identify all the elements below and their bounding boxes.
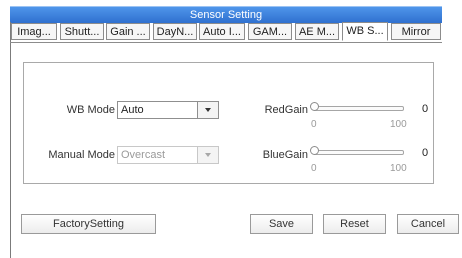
- wb-mode-value: Auto: [121, 104, 144, 116]
- red-gain-min: 0: [311, 119, 317, 130]
- window-title: Sensor Setting: [189, 9, 263, 21]
- wb-mode-label: WB Mode: [66, 104, 115, 116]
- cancel-button[interactable]: Cancel: [397, 214, 459, 234]
- tab-panel-border: [10, 42, 442, 43]
- blue-gain-max: 100: [390, 163, 407, 174]
- chevron-down-icon: [205, 153, 211, 157]
- tab-image[interactable]: Imag...: [11, 23, 57, 40]
- blue-gain-track: [314, 150, 404, 155]
- red-gain-max: 100: [390, 119, 407, 130]
- blue-gain-handle[interactable]: [310, 146, 319, 155]
- tab-wb-setting[interactable]: WB S...: [342, 22, 388, 41]
- wb-settings-group: [23, 62, 434, 184]
- tab-daynight[interactable]: DayN...: [153, 23, 197, 40]
- tab-mirror[interactable]: Mirror: [391, 23, 441, 40]
- reset-button[interactable]: Reset: [323, 214, 386, 234]
- tab-ae-mode[interactable]: AE M...: [295, 23, 339, 40]
- red-gain-value: 0: [422, 103, 429, 115]
- tab-auto-iris[interactable]: Auto I...: [199, 23, 245, 40]
- red-gain-handle[interactable]: [310, 102, 319, 111]
- tab-gain[interactable]: Gain ...: [106, 23, 150, 40]
- wb-mode-dropdown-button[interactable]: [197, 102, 218, 118]
- tab-gamma[interactable]: GAM...: [248, 23, 292, 40]
- tab-bar: Imag... Shutt... Gain ... DayN... Auto I…: [10, 22, 442, 42]
- red-gain-track: [314, 106, 404, 111]
- save-button[interactable]: Save: [250, 214, 313, 234]
- blue-gain-label: BlueGain: [262, 149, 308, 161]
- window-left-border: [10, 22, 11, 258]
- red-gain-slider[interactable]: [310, 102, 408, 114]
- red-gain-label: RedGain: [264, 104, 308, 116]
- tab-shutter[interactable]: Shutt...: [60, 23, 104, 40]
- chevron-down-icon: [205, 108, 211, 112]
- manual-mode-dropdown-button[interactable]: [197, 147, 218, 163]
- blue-gain-min: 0: [311, 163, 317, 174]
- manual-mode-label: Manual Mode: [48, 149, 115, 161]
- wb-mode-select[interactable]: Auto: [117, 101, 219, 119]
- manual-mode-value: Overcast: [121, 149, 166, 161]
- blue-gain-slider[interactable]: [310, 146, 408, 158]
- blue-gain-value: 0: [422, 147, 429, 159]
- window-title-bar: Sensor Setting: [10, 6, 442, 23]
- factory-setting-button[interactable]: FactorySetting: [21, 214, 156, 234]
- manual-mode-select[interactable]: Overcast: [117, 146, 219, 164]
